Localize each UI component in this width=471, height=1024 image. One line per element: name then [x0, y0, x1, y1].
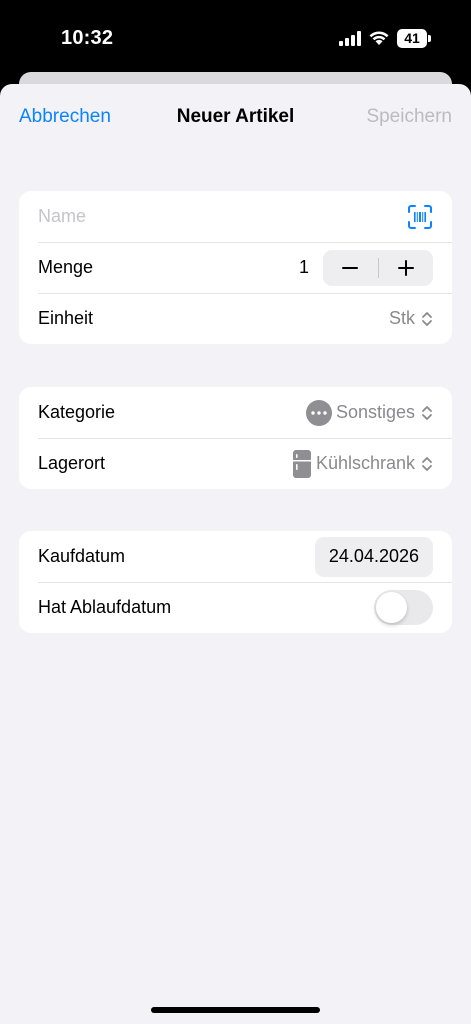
quantity-value: 1	[298, 257, 309, 277]
unit-value: Stk	[388, 308, 415, 328]
purchase-date-picker[interactable]: 24.04.2026	[314, 536, 433, 577]
location-label: Lagerort	[38, 453, 106, 473]
new-item-sheet: Abbrechen Neuer Artikel Speichern Menge …	[0, 84, 471, 1024]
purchase-date-row: Kaufdatum 24.04.2026	[19, 531, 452, 582]
battery-level: 41	[404, 30, 420, 46]
expiry-label: Hat Ablaufdatum	[38, 597, 172, 617]
classification-group: Kategorie Sonstiges Lagerort Kühlschrank	[19, 387, 452, 489]
quantity-row: Menge 1	[19, 242, 452, 293]
barcode-scan-icon[interactable]	[407, 204, 433, 230]
toggle-knob	[376, 592, 407, 623]
category-row[interactable]: Kategorie Sonstiges	[19, 387, 452, 438]
unit-picker[interactable]: Stk	[389, 308, 433, 329]
increment-button[interactable]	[378, 250, 433, 286]
decrement-button[interactable]	[323, 250, 378, 286]
chevron-updown-icon	[422, 311, 432, 326]
category-picker[interactable]: Sonstiges	[305, 399, 433, 426]
category-value: Sonstiges	[335, 402, 415, 422]
status-time: 10:32	[61, 27, 114, 49]
name-row	[19, 191, 452, 242]
chevron-updown-icon	[422, 456, 432, 471]
unit-row[interactable]: Einheit Stk	[19, 293, 452, 344]
quantity-stepper	[323, 249, 433, 286]
fridge-icon	[292, 449, 311, 478]
expiry-row: Hat Ablaufdatum	[19, 582, 452, 633]
dates-group: Kaufdatum 24.04.2026 Hat Ablaufdatum	[19, 531, 452, 633]
purchase-date-label: Kaufdatum	[38, 546, 126, 566]
name-input[interactable]	[38, 206, 358, 227]
details-group: Menge 1 Einheit Stk	[19, 191, 452, 344]
signal-icon	[339, 31, 361, 46]
home-indicator[interactable]	[151, 1007, 320, 1013]
expiry-toggle[interactable]	[374, 590, 433, 625]
wifi-icon	[369, 31, 389, 45]
minus-icon	[342, 266, 359, 269]
location-value: Kühlschrank	[315, 453, 415, 473]
battery-icon: 41	[397, 29, 431, 48]
location-row[interactable]: Lagerort Kühlschrank	[19, 438, 452, 489]
chevron-updown-icon	[422, 405, 432, 420]
category-label: Kategorie	[38, 402, 116, 422]
quantity-label: Menge	[38, 257, 94, 277]
save-button[interactable]: Speichern	[366, 106, 452, 128]
more-icon	[305, 399, 332, 426]
unit-label: Einheit	[38, 308, 94, 328]
location-picker[interactable]: Kühlschrank	[292, 449, 433, 478]
plus-icon	[397, 259, 414, 276]
